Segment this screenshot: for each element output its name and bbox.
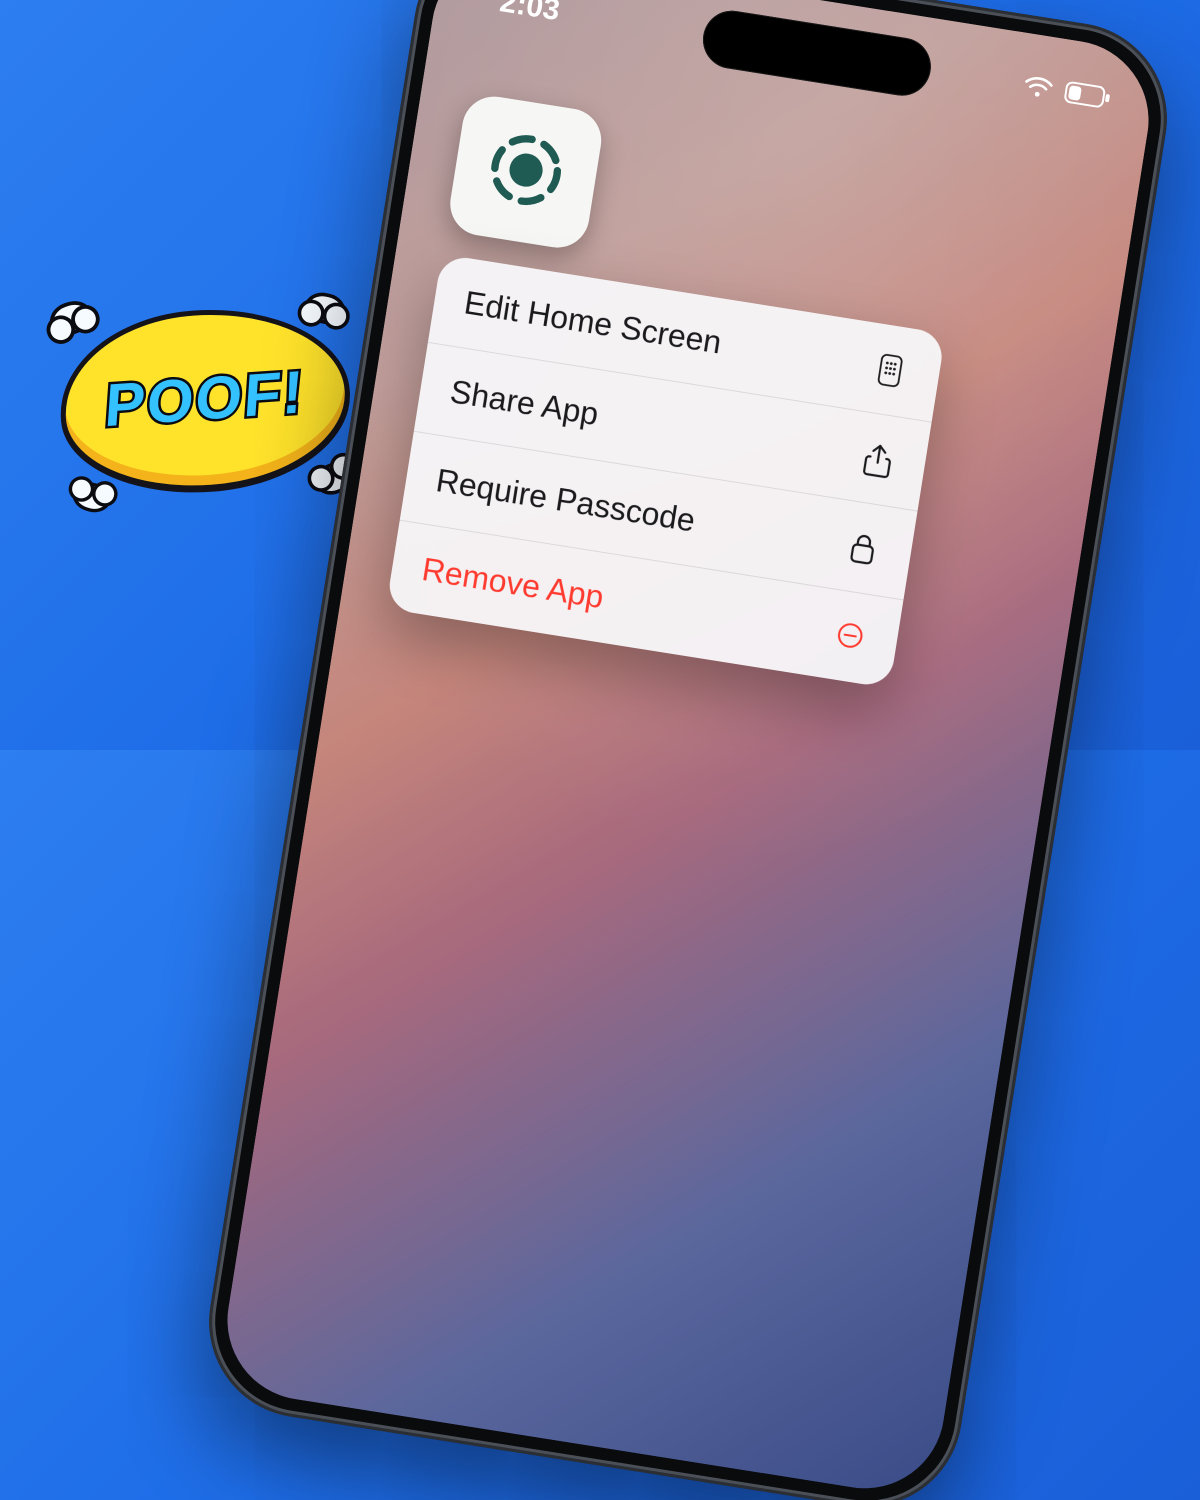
lock-icon <box>847 529 886 568</box>
apps-grid-icon <box>875 351 914 390</box>
share-icon <box>861 440 900 479</box>
poof-sticker: POOF! <box>54 300 356 500</box>
app-glyph-icon <box>473 117 579 227</box>
app-context-menu: Edit Home Screen <box>386 254 946 688</box>
battery-icon <box>1063 81 1112 110</box>
minus-circle-icon <box>833 618 872 657</box>
wifi-icon <box>1022 73 1055 101</box>
status-time: 2:03 <box>497 0 562 28</box>
app-icon[interactable] <box>446 92 606 252</box>
poof-text: POOF! <box>103 357 307 440</box>
dynamic-island <box>699 7 935 100</box>
iphone-mockup: 2:03 <box>195 0 1180 1500</box>
